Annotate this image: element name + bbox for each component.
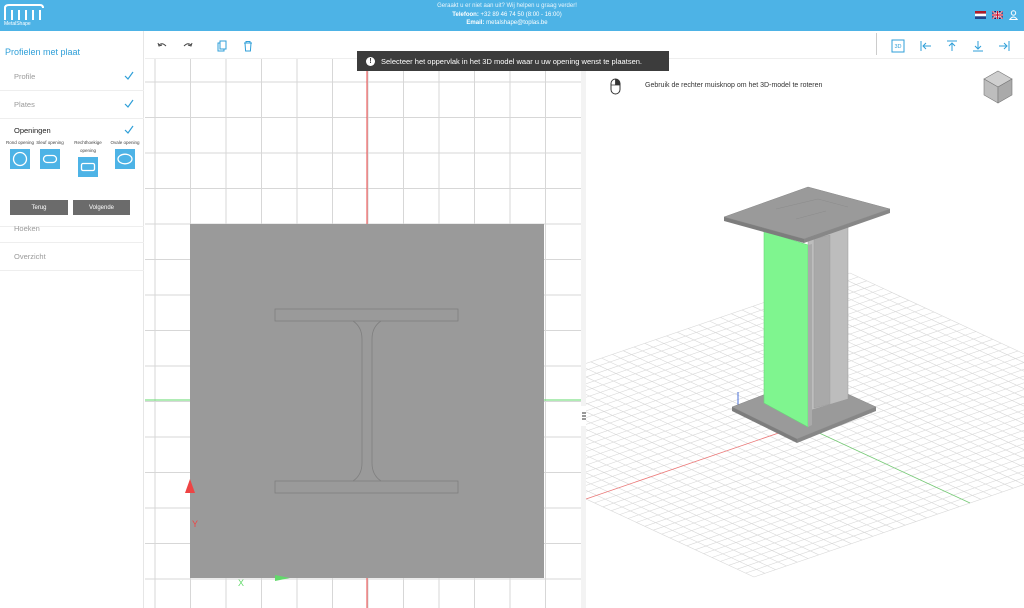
- step-overzicht[interactable]: Overzicht: [0, 243, 144, 271]
- step-label: Openingen: [14, 126, 51, 135]
- sidebar-title: Profielen met plaat: [5, 47, 81, 57]
- step-label: Overzicht: [14, 252, 46, 261]
- round-opening-button[interactable]: [10, 149, 30, 169]
- opening-round[interactable]: Rond opening: [3, 139, 37, 169]
- uk-flag-icon[interactable]: [992, 11, 1003, 19]
- model-3d-canvas[interactable]: [586, 59, 1024, 608]
- delete-icon[interactable]: [242, 40, 254, 52]
- align-bottom-icon[interactable]: [971, 39, 985, 53]
- rotate-hint: Gebruik de rechter muisknop om het 3D-mo…: [645, 82, 823, 89]
- y-axis-label: Y: [192, 519, 198, 529]
- rectangle-opening-icon: [80, 162, 96, 172]
- check-icon: [124, 125, 134, 134]
- step-profile[interactable]: Profile: [0, 63, 144, 91]
- phone-label: Telefoon:: [452, 11, 479, 18]
- copy-icon[interactable]: [216, 40, 228, 52]
- instruction-toast: ! Selecteer het oppervlak in het 3D mode…: [357, 51, 669, 71]
- step-plates[interactable]: Plates: [0, 91, 144, 119]
- opening-slot[interactable]: Sleuf opening: [33, 139, 67, 169]
- drawing-2d-canvas[interactable]: Y X: [145, 59, 581, 608]
- contact-help-text: Geraakt u er niet aan uit? Wij helpen u …: [437, 3, 577, 9]
- circle-opening-icon: [12, 151, 28, 167]
- opening-label: Rechthoekige opening: [74, 140, 102, 153]
- mouse-icon: [610, 78, 621, 95]
- opening-label: Ovale opening: [110, 140, 140, 145]
- x-axis-label: X: [238, 578, 244, 588]
- selected-face[interactable]: [763, 230, 809, 428]
- slot-opening-icon: [42, 154, 58, 164]
- info-icon: !: [366, 56, 375, 66]
- oval-opening-icon: [117, 153, 133, 165]
- align-right-icon[interactable]: [997, 39, 1011, 53]
- opening-oval[interactable]: Ovale opening: [108, 139, 142, 169]
- step-label: Plates: [14, 100, 35, 109]
- language-switcher: [975, 10, 1018, 20]
- slot-opening-button[interactable]: [40, 149, 60, 169]
- top-bar: MetalShape Geraakt u er niet aan uit? Wi…: [0, 0, 1024, 31]
- check-icon: [124, 99, 134, 108]
- align-top-icon[interactable]: [945, 39, 959, 53]
- oval-opening-button[interactable]: [115, 149, 135, 169]
- step-hoeken[interactable]: Hoeken: [0, 215, 144, 243]
- step-label: Profile: [14, 72, 36, 81]
- back-button[interactable]: Terug: [10, 200, 68, 215]
- next-button[interactable]: Volgende: [73, 200, 130, 215]
- opening-rectangle[interactable]: Rechthoekige opening: [71, 139, 105, 177]
- dutch-flag-icon[interactable]: [975, 11, 986, 19]
- phone-value[interactable]: +32 89 46 74 50 (8:00 - 16:00): [481, 12, 562, 18]
- user-icon[interactable]: [1009, 10, 1018, 20]
- rectangle-opening-button[interactable]: [78, 157, 98, 177]
- contact-info: Geraakt u er niet aan uit? Wij helpen u …: [0, 2, 1014, 28]
- view-3d-icon[interactable]: 3D: [891, 39, 905, 53]
- check-icon: [124, 71, 134, 80]
- opening-label: Sleuf opening: [36, 140, 64, 145]
- email-label: Email:: [466, 20, 485, 26]
- step-label: Hoeken: [14, 224, 40, 233]
- align-left-icon[interactable]: [919, 39, 933, 53]
- toolbar-divider: [876, 33, 877, 55]
- undo-icon[interactable]: [156, 40, 168, 52]
- email-value[interactable]: metalshape@toplas.be: [486, 20, 547, 26]
- toast-text: Selecteer het oppervlak in het 3D model …: [381, 56, 642, 66]
- base-plate[interactable]: [190, 224, 544, 578]
- view-3d-label: 3D: [894, 44, 901, 50]
- opening-label: Rond opening: [5, 140, 35, 145]
- redo-icon[interactable]: [182, 40, 194, 52]
